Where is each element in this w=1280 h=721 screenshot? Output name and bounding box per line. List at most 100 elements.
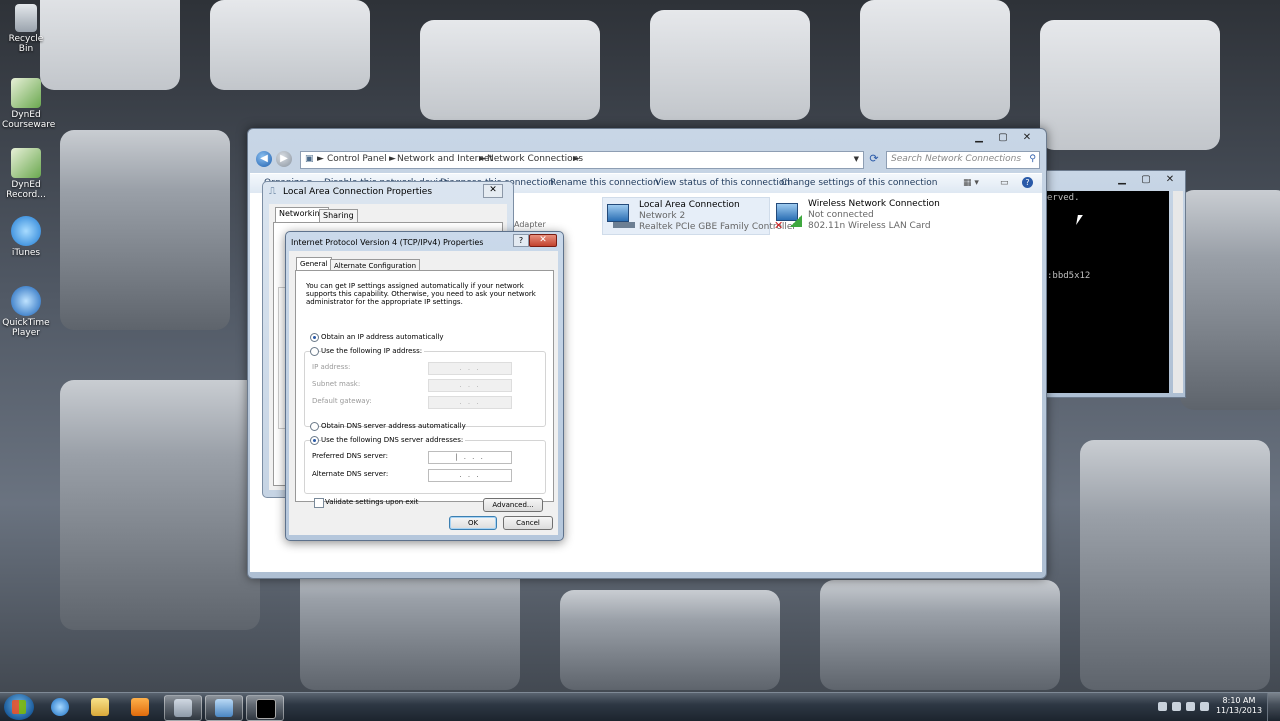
use-following-dns-radio[interactable] — [310, 436, 319, 445]
view-status-command[interactable]: View status of this connection — [655, 178, 790, 188]
breadcrumb-control-panel[interactable]: Control Panel — [327, 152, 387, 167]
help-button[interactable]: ? — [513, 234, 529, 247]
breadcrumb-network-connections[interactable]: Network Connections — [487, 152, 583, 167]
quicktime-icon — [11, 286, 41, 316]
ok-button[interactable]: OK — [449, 516, 497, 530]
connection-item-local-area[interactable]: Local Area Connection Network 2 Realtek … — [602, 197, 796, 235]
intro-text: You can get IP settings assigned automat… — [306, 282, 536, 306]
close-button[interactable]: ✕ — [1159, 173, 1181, 187]
show-desktop-button[interactable] — [1267, 693, 1280, 721]
breadcrumb-separator: ► — [389, 154, 396, 164]
dialog-title: Local Area Connection Properties — [283, 187, 433, 197]
minimize-button[interactable]: ▁ — [1111, 173, 1133, 187]
use-following-ip-radio[interactable] — [310, 347, 319, 356]
wallpaper-block — [1180, 190, 1280, 410]
alternate-dns-field[interactable]: . . . — [428, 469, 512, 482]
cmd-console[interactable]: erved. :bbd5x12 — [1045, 191, 1169, 393]
network-adapter-icon — [174, 699, 192, 717]
control-panel-icon: ▣ — [305, 154, 314, 164]
obtain-ip-auto-label: Obtain an IP address automatically — [321, 333, 444, 341]
taskbar-media-player[interactable] — [122, 695, 158, 719]
maximize-button[interactable]: ▢ — [992, 131, 1014, 145]
rename-command[interactable]: Rename this connection — [550, 178, 659, 188]
dyned-icon — [11, 148, 41, 178]
wireless-adapter-icon: ✕ — [774, 199, 804, 232]
chevron-down-icon[interactable]: ▼ — [854, 152, 859, 167]
taskbar-command-prompt[interactable] — [246, 695, 284, 721]
default-gateway-label: Default gateway: — [312, 397, 372, 405]
itunes-icon — [11, 216, 41, 246]
back-arrow-icon[interactable]: ◀ — [256, 151, 272, 167]
desktop-icon-label: Record... — [6, 190, 46, 200]
taskbar-file-explorer[interactable] — [82, 695, 118, 719]
tray-flag-icon[interactable] — [1172, 702, 1181, 711]
change-settings-command[interactable]: Change settings of this connection — [781, 178, 937, 188]
preferred-dns-field[interactable]: | . . . — [428, 451, 512, 464]
connection-text: Wireless Network Connection Not connecte… — [808, 199, 940, 232]
cmd-scrollbar[interactable] — [1173, 191, 1183, 393]
tray-volume-icon[interactable] — [1200, 702, 1209, 711]
ipv4-properties-dialog[interactable]: Internet Protocol Version 4 (TCP/IPv4) P… — [285, 231, 564, 541]
desktop-icon-label: DynEd — [11, 180, 41, 190]
clock-date: 11/13/2013 — [1215, 706, 1263, 715]
search-input[interactable]: Search Network Connections ⚲ — [886, 151, 1040, 169]
taskbar-control-panel[interactable] — [205, 695, 243, 721]
taskbar-internet-explorer[interactable] — [42, 695, 78, 719]
alternate-dns-label: Alternate DNS server: — [312, 470, 389, 478]
mouse-pointer-icon — [1076, 215, 1088, 225]
desktop-icon-quicktime[interactable]: QuickTime Player — [2, 286, 50, 338]
validate-settings-label: Validate settings upon exit — [325, 498, 419, 506]
desktop-icon-label: Recycle Bin — [8, 34, 44, 54]
close-button[interactable]: ✕ — [529, 234, 557, 247]
taskbar-lan-properties[interactable] — [164, 695, 202, 721]
desktop-icon-dyned-courseware[interactable]: DynEd Courseware — [2, 78, 56, 130]
validate-settings-checkbox[interactable] — [314, 498, 324, 508]
recycle-bin-icon — [15, 4, 37, 32]
desktop-icon-label: DynEd — [11, 110, 41, 120]
connection-name: Wireless Network Connection — [808, 199, 940, 209]
command-prompt-window[interactable]: ▁ ▢ ✕ erved. :bbd5x12 — [1040, 170, 1186, 398]
refresh-icon[interactable]: ⟳ — [866, 151, 882, 167]
wallpaper-block — [1040, 20, 1220, 150]
folder-icon — [91, 698, 109, 716]
breadcrumb-separator: ► — [479, 154, 486, 164]
dns-group — [304, 440, 546, 494]
taskbar-clock[interactable]: 8:10 AM 11/13/2013 — [1214, 696, 1264, 716]
subnet-mask-field[interactable]: . . . — [428, 379, 512, 392]
preview-pane-icon[interactable]: ▭ — [1000, 178, 1009, 188]
desktop-icon-dyned-record[interactable]: DynEd Record... — [2, 148, 50, 200]
ip-address-label: IP address: — [312, 363, 351, 371]
obtain-dns-auto-label: Obtain DNS server address automatically — [321, 422, 466, 430]
default-gateway-field[interactable]: . . . — [428, 396, 512, 409]
desktop-icon-label: Courseware — [2, 120, 56, 130]
maximize-button[interactable]: ▢ — [1135, 173, 1157, 187]
preferred-dns-label: Preferred DNS server: — [312, 452, 389, 460]
desktop-icon-recycle-bin[interactable]: Recycle Bin — [2, 4, 50, 54]
desktop-icon-label: Player — [11, 328, 40, 338]
close-button[interactable]: ✕ — [483, 184, 503, 198]
obtain-ip-auto-radio[interactable] — [310, 333, 319, 342]
forward-arrow-icon[interactable]: ▶ — [276, 151, 292, 167]
address-bar[interactable]: ▣ ► Control Panel ► Network and Internet… — [300, 151, 864, 169]
wallpaper-block — [300, 560, 520, 690]
tray-network-icon[interactable] — [1186, 702, 1195, 711]
close-button[interactable]: ✕ — [1016, 131, 1038, 145]
obtain-dns-auto-radio[interactable] — [310, 422, 319, 431]
wallpaper-block — [40, 0, 180, 90]
view-options-icon[interactable]: ▦ ▾ — [963, 178, 979, 188]
signal-bars-icon — [790, 215, 802, 227]
connection-item-wireless[interactable]: ✕ Wireless Network Connection Not connec… — [772, 197, 942, 233]
advanced-button[interactable]: Advanced... — [483, 498, 543, 512]
tab-sharing[interactable]: Sharing — [319, 209, 358, 222]
cancel-button[interactable]: Cancel — [503, 516, 553, 530]
ip-address-field[interactable]: . . . — [428, 362, 512, 375]
search-icon[interactable]: ⚲ — [1029, 152, 1036, 167]
address-row: ◀ ▶ ▣ ► Control Panel ► Network and Inte… — [254, 151, 1040, 169]
help-icon[interactable]: ? — [1022, 177, 1033, 188]
start-button[interactable] — [4, 694, 34, 720]
breadcrumb-separator: ► — [317, 154, 324, 164]
minimize-button[interactable]: ▁ — [968, 131, 990, 145]
wallpaper-block — [60, 380, 260, 630]
tray-arrow-icon[interactable] — [1158, 702, 1167, 711]
desktop-icon-itunes[interactable]: iTunes — [2, 216, 50, 258]
